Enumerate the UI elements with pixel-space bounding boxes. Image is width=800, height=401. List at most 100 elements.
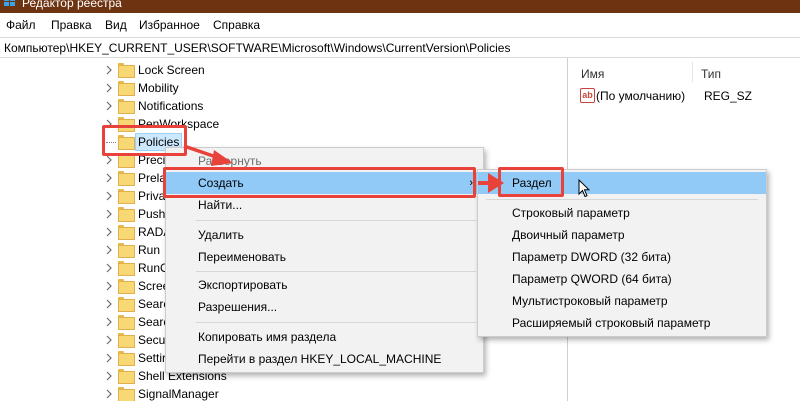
- chevron-right-icon[interactable]: [104, 244, 114, 256]
- folder-icon: [118, 243, 135, 258]
- column-divider[interactable]: [692, 62, 693, 82]
- context-menu: Развернуть Создать › Найти... Удалить Пе…: [165, 147, 484, 373]
- chevron-right-icon[interactable]: [104, 154, 114, 166]
- folder-icon: [118, 207, 135, 222]
- menu-separator: [196, 220, 476, 221]
- chevron-right-icon[interactable]: [104, 64, 114, 76]
- chevron-right-icon[interactable]: [104, 388, 114, 400]
- submenu-item-label: Расширяемый строковый параметр: [512, 316, 711, 330]
- folder-icon: [118, 315, 135, 330]
- tree-connector: [106, 142, 116, 143]
- folder-icon: [118, 387, 135, 401]
- chevron-right-icon[interactable]: [104, 172, 114, 184]
- value-name: (По умолчанию): [596, 89, 686, 103]
- column-header-type[interactable]: Тип: [701, 66, 721, 82]
- submenu-item-binary-value[interactable]: Двоичный параметр: [478, 224, 766, 246]
- menu-help[interactable]: Справка: [213, 17, 260, 33]
- menu-item-copy-key-name[interactable]: Копировать имя раздела: [166, 326, 483, 348]
- folder-icon: [118, 333, 135, 348]
- menu-item-export[interactable]: Экспортировать: [166, 274, 483, 296]
- submenu-item-key[interactable]: Раздел: [478, 172, 766, 194]
- folder-icon: [118, 135, 135, 150]
- folder-icon: [118, 225, 135, 240]
- tree-item-label: Secu: [138, 333, 166, 347]
- folder-icon: [118, 189, 135, 204]
- submenu-item-qword-value[interactable]: Параметр QWORD (64 бита): [478, 268, 766, 290]
- menu-item-label: Развернуть: [198, 154, 262, 168]
- tree-item-label: Push: [138, 207, 166, 221]
- menu-favorites[interactable]: Избранное: [139, 17, 200, 33]
- string-value-icon: ab: [580, 88, 595, 103]
- menu-separator: [486, 199, 758, 200]
- tree-item-label: Priva: [138, 189, 166, 203]
- submenu-item-label: Параметр DWORD (32 бита): [512, 250, 671, 264]
- folder-icon: [118, 99, 135, 114]
- menu-item-delete[interactable]: Удалить: [166, 224, 483, 246]
- value-type: REG_SZ: [704, 89, 753, 103]
- submenu-item-label: Раздел: [512, 176, 552, 190]
- submenu-item-multistring-value[interactable]: Мультистроковый параметр: [478, 290, 766, 312]
- submenu-item-string-value[interactable]: Строковый параметр: [478, 202, 766, 224]
- chevron-right-icon[interactable]: [104, 262, 114, 274]
- chevron-right-icon[interactable]: [104, 82, 114, 94]
- folder-icon: [118, 297, 135, 312]
- chevron-right-icon[interactable]: [104, 118, 114, 130]
- chevron-right-icon: ›: [469, 177, 473, 189]
- tree-item-label: Mobility: [138, 81, 179, 95]
- menu-bar: Файл Правка Вид Избранное Справка: [0, 13, 800, 37]
- folder-icon: [118, 279, 135, 294]
- regedit-app-icon: [4, 0, 16, 7]
- tree-item-label: Lock Screen: [138, 63, 205, 77]
- menu-item-label: Удалить: [198, 228, 244, 242]
- submenu-item-label: Параметр QWORD (64 бита): [512, 272, 672, 286]
- menu-item-label: Копировать имя раздела: [198, 330, 337, 344]
- column-header-name[interactable]: Имя: [581, 66, 604, 82]
- chevron-right-icon[interactable]: [104, 208, 114, 220]
- chevron-right-icon[interactable]: [104, 370, 114, 382]
- chevron-right-icon[interactable]: [104, 334, 114, 346]
- submenu-item-label: Двоичный параметр: [512, 228, 625, 242]
- menu-item-label: Экспортировать: [198, 278, 288, 292]
- menu-separator: [196, 271, 476, 272]
- chevron-right-icon[interactable]: [104, 226, 114, 238]
- tree-item-label: SignalManager: [138, 387, 219, 401]
- menu-item-permissions[interactable]: Разрешения...: [166, 296, 483, 318]
- chevron-right-icon[interactable]: [104, 100, 114, 112]
- folder-icon: [118, 369, 135, 384]
- submenu-item-dword-value[interactable]: Параметр DWORD (32 бита): [478, 246, 766, 268]
- chevron-right-icon[interactable]: [104, 352, 114, 364]
- title-bar: Редактор реестра: [0, 0, 800, 13]
- menu-item-label: Разрешения...: [198, 300, 278, 314]
- address-bar[interactable]: Компьютер\HKEY_CURRENT_USER\SOFTWARE\Mic…: [0, 37, 800, 58]
- menu-item-expand[interactable]: Развернуть: [166, 150, 483, 172]
- tree-item-label: Prela: [138, 171, 167, 185]
- menu-item-rename[interactable]: Переименовать: [166, 246, 483, 268]
- mouse-pointer-icon: [578, 179, 590, 198]
- address-path[interactable]: Компьютер\HKEY_CURRENT_USER\SOFTWARE\Mic…: [4, 40, 510, 56]
- folder-icon: [118, 81, 135, 96]
- tree-item-label: Run: [138, 243, 161, 257]
- submenu-item-expandable-string-value[interactable]: Расширяемый строковый параметр: [478, 312, 766, 334]
- menu-edit[interactable]: Правка: [51, 17, 92, 33]
- menu-item-goto-hklm[interactable]: Перейти в раздел HKEY_LOCAL_MACHINE: [166, 348, 483, 370]
- folder-icon: [118, 351, 135, 366]
- menu-item-create[interactable]: Создать ›: [166, 172, 483, 194]
- create-submenu: Раздел Строковый параметр Двоичный парам…: [477, 169, 767, 337]
- folder-icon: [118, 261, 135, 276]
- tree-item-label: Settir: [138, 351, 167, 365]
- chevron-right-icon[interactable]: [104, 280, 114, 292]
- folder-icon: [118, 171, 135, 186]
- tree-item-signalmanager[interactable]: SignalManager: [0, 384, 567, 401]
- menu-view[interactable]: Вид: [105, 17, 127, 33]
- menu-item-find[interactable]: Найти...: [166, 194, 483, 216]
- menu-item-label: Перейти в раздел HKEY_LOCAL_MACHINE: [198, 352, 442, 366]
- chevron-right-icon[interactable]: [104, 190, 114, 202]
- chevron-right-icon[interactable]: [104, 298, 114, 310]
- submenu-item-label: Мультистроковый параметр: [512, 294, 668, 308]
- menu-file[interactable]: Файл: [6, 17, 36, 33]
- chevron-right-icon[interactable]: [104, 316, 114, 328]
- submenu-item-label: Строковый параметр: [512, 206, 630, 220]
- tree-item-label: Preci: [138, 153, 166, 167]
- menu-item-label: Создать: [198, 176, 244, 190]
- value-row-default[interactable]: ab (По умолчанию) REG_SZ: [569, 86, 800, 106]
